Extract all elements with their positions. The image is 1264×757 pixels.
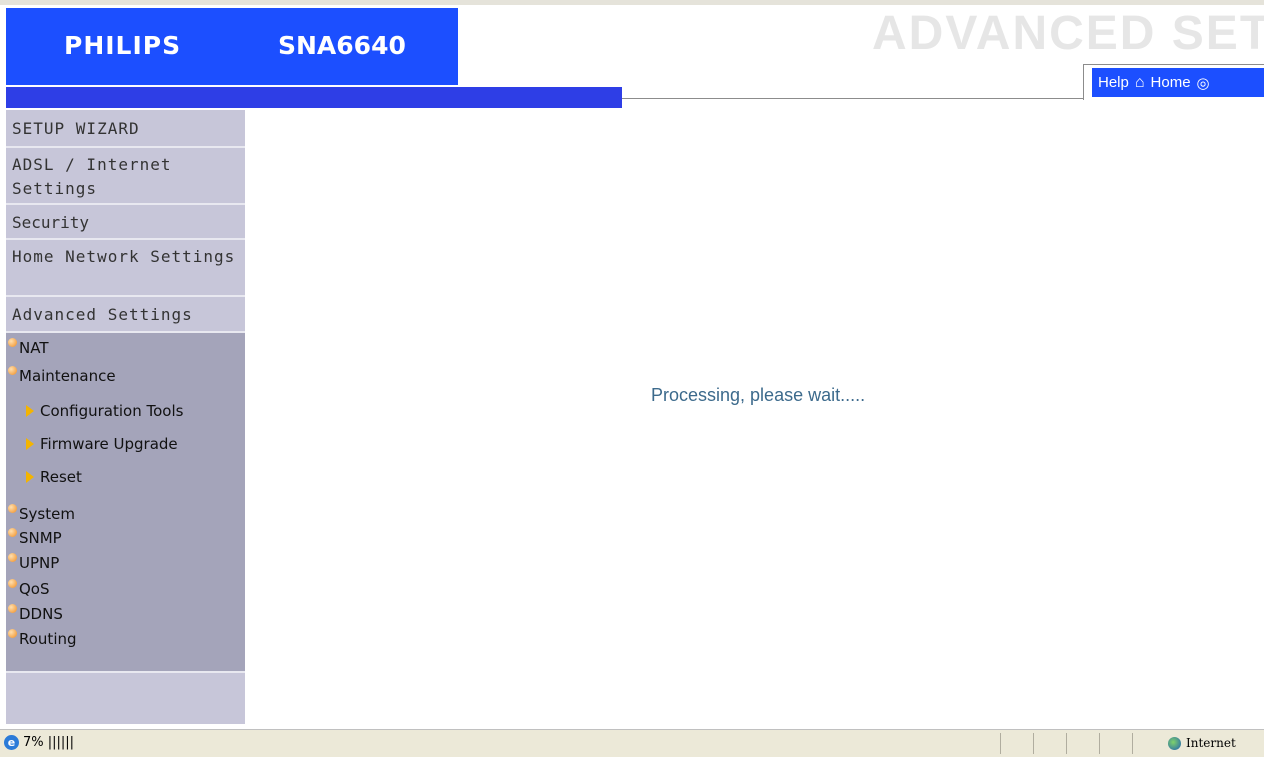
- menu-item-security[interactable]: Security: [6, 205, 245, 240]
- globe-icon: [1168, 736, 1181, 750]
- status-progress: e 7% ||||||: [4, 735, 74, 750]
- submenu-label: SNMP: [19, 529, 62, 547]
- bullet-icon: [8, 579, 17, 588]
- submenu-label: QoS: [19, 580, 50, 598]
- home-icon[interactable]: ⌂: [1135, 74, 1145, 92]
- submenu-label: Configuration Tools: [40, 402, 184, 420]
- page-section-title: ADVANCED SET: [872, 7, 1264, 60]
- advanced-submenu: NAT Maintenance Configuration Tools Firm…: [6, 333, 245, 673]
- menu-item-home-network[interactable]: Home Network Settings: [6, 240, 245, 297]
- submenu-label: Maintenance: [19, 367, 116, 385]
- status-divider: [1033, 733, 1034, 754]
- logout-icon[interactable]: ◎: [1197, 74, 1210, 92]
- menu-item-advanced-settings[interactable]: Advanced Settings: [6, 297, 245, 333]
- bullet-icon: [8, 553, 17, 562]
- bullet-icon: [8, 604, 17, 613]
- model-name: SNA6640: [278, 31, 406, 60]
- submenu-label: Routing: [19, 630, 77, 648]
- submenu-item-maintenance[interactable]: Maintenance: [6, 364, 116, 388]
- sidebar: SETUP WIZARD ADSL / Internet Settings Se…: [6, 110, 245, 724]
- top-rule: [0, 0, 1264, 5]
- bullet-icon: [8, 504, 17, 513]
- help-link[interactable]: Help: [1098, 74, 1129, 91]
- arrow-right-icon: [26, 471, 34, 483]
- security-zone: Internet: [1168, 736, 1236, 750]
- progress-text: 7% ||||||: [23, 735, 75, 750]
- status-divider: [1066, 733, 1067, 754]
- submenu-item-snmp[interactable]: SNMP: [6, 526, 62, 550]
- status-divider: [1099, 733, 1100, 754]
- submenu-item-routing[interactable]: Routing: [6, 627, 77, 651]
- submenu-item-upnp[interactable]: UPNP: [6, 551, 59, 575]
- processing-message: Processing, please wait.....: [651, 385, 866, 405]
- submenu-item-configuration-tools[interactable]: Configuration Tools: [26, 399, 183, 423]
- brand-logo: PHILIPS: [64, 31, 182, 60]
- submenu-label: NAT: [19, 339, 49, 357]
- submenu-item-nat[interactable]: NAT: [6, 336, 48, 360]
- submenu-item-ddns[interactable]: DDNS: [6, 602, 63, 626]
- submenu-label: Reset: [40, 468, 82, 486]
- bullet-icon: [8, 528, 17, 537]
- menu-item-setup-wizard[interactable]: SETUP WIZARD: [6, 110, 245, 148]
- status-divider: [1132, 733, 1133, 754]
- submenu-label: UPNP: [19, 554, 60, 572]
- submenu-label: System: [19, 505, 75, 523]
- home-link[interactable]: Home: [1151, 74, 1191, 91]
- header-strip: [6, 87, 622, 108]
- browser-status-bar: e 7% |||||| Internet: [0, 729, 1264, 757]
- bullet-icon: [8, 366, 17, 375]
- help-nav: Help ⌂ Home ◎: [1092, 68, 1264, 97]
- arrow-right-icon: [26, 405, 34, 417]
- bullet-icon: [8, 338, 17, 347]
- menu-item-adsl-internet[interactable]: ADSL / Internet Settings: [6, 148, 245, 205]
- submenu-item-reset[interactable]: Reset: [26, 465, 82, 489]
- header-divider: [622, 98, 1084, 99]
- submenu-label: DDNS: [19, 605, 63, 623]
- submenu-item-system[interactable]: System: [6, 502, 75, 526]
- submenu-label: Firmware Upgrade: [40, 435, 178, 453]
- bullet-icon: [8, 629, 17, 638]
- arrow-right-icon: [26, 438, 34, 450]
- zone-label: Internet: [1186, 736, 1236, 750]
- brand-bar: PHILIPS SNA6640: [6, 8, 458, 85]
- browser-page-icon: e: [4, 735, 19, 750]
- submenu-item-qos[interactable]: QoS: [6, 577, 50, 601]
- status-divider: [1000, 733, 1001, 754]
- submenu-item-firmware-upgrade[interactable]: Firmware Upgrade: [26, 432, 178, 456]
